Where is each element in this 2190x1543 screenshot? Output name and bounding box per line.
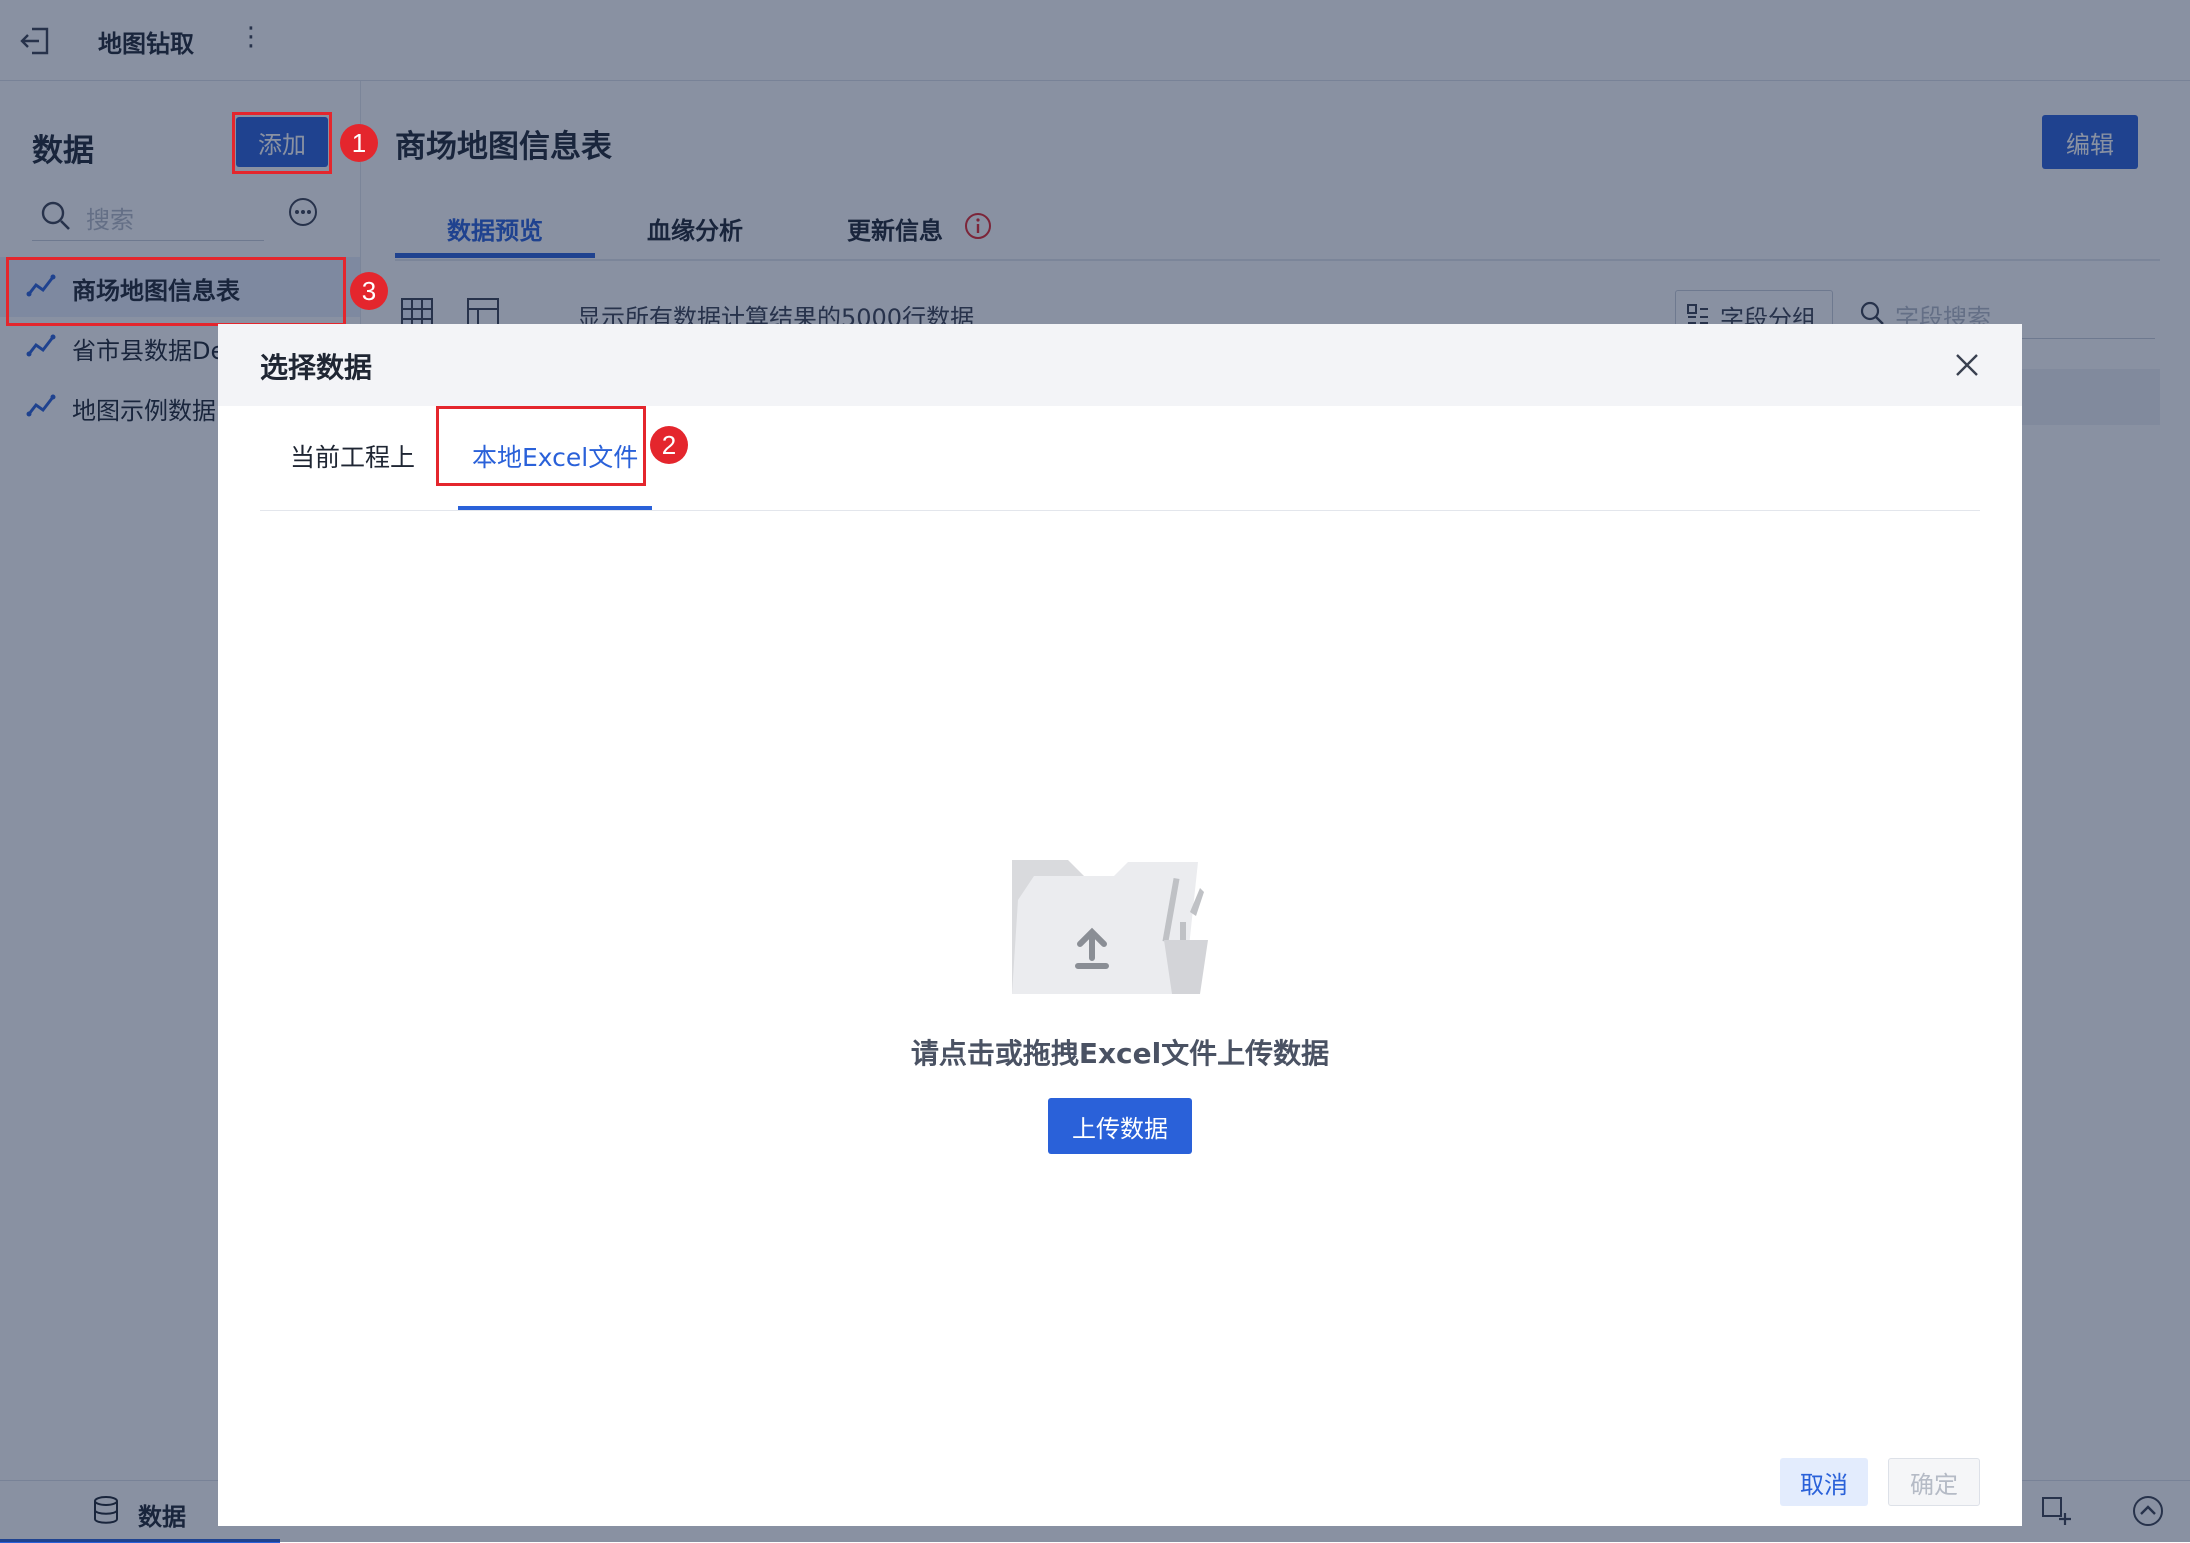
active-tab-indicator xyxy=(458,506,652,510)
annotation-box xyxy=(436,406,646,486)
annotation-badge: 2 xyxy=(650,426,688,464)
select-data-dialog: 选择数据 当前工程上 本地Excel文件 请点击或拖拽Excel文件上传数据 上… xyxy=(218,324,2022,1526)
confirm-button[interactable]: 确定 xyxy=(1888,1458,1980,1506)
cancel-button[interactable]: 取消 xyxy=(1780,1458,1868,1506)
annotation-badge: 3 xyxy=(350,272,388,310)
folder-upload-icon xyxy=(1012,860,1208,994)
annotation-badge: 1 xyxy=(340,124,378,162)
tab-current-project[interactable]: 当前工程上 xyxy=(290,438,415,474)
upload-data-button[interactable]: 上传数据 xyxy=(1048,1098,1192,1154)
close-icon[interactable] xyxy=(1950,348,1984,382)
annotation-box xyxy=(6,257,346,326)
upload-hint: 请点击或拖拽Excel文件上传数据 xyxy=(910,1037,1330,1070)
dialog-title: 选择数据 xyxy=(260,351,373,384)
dialog-header: 选择数据 xyxy=(218,324,2022,406)
annotation-box xyxy=(232,112,332,174)
